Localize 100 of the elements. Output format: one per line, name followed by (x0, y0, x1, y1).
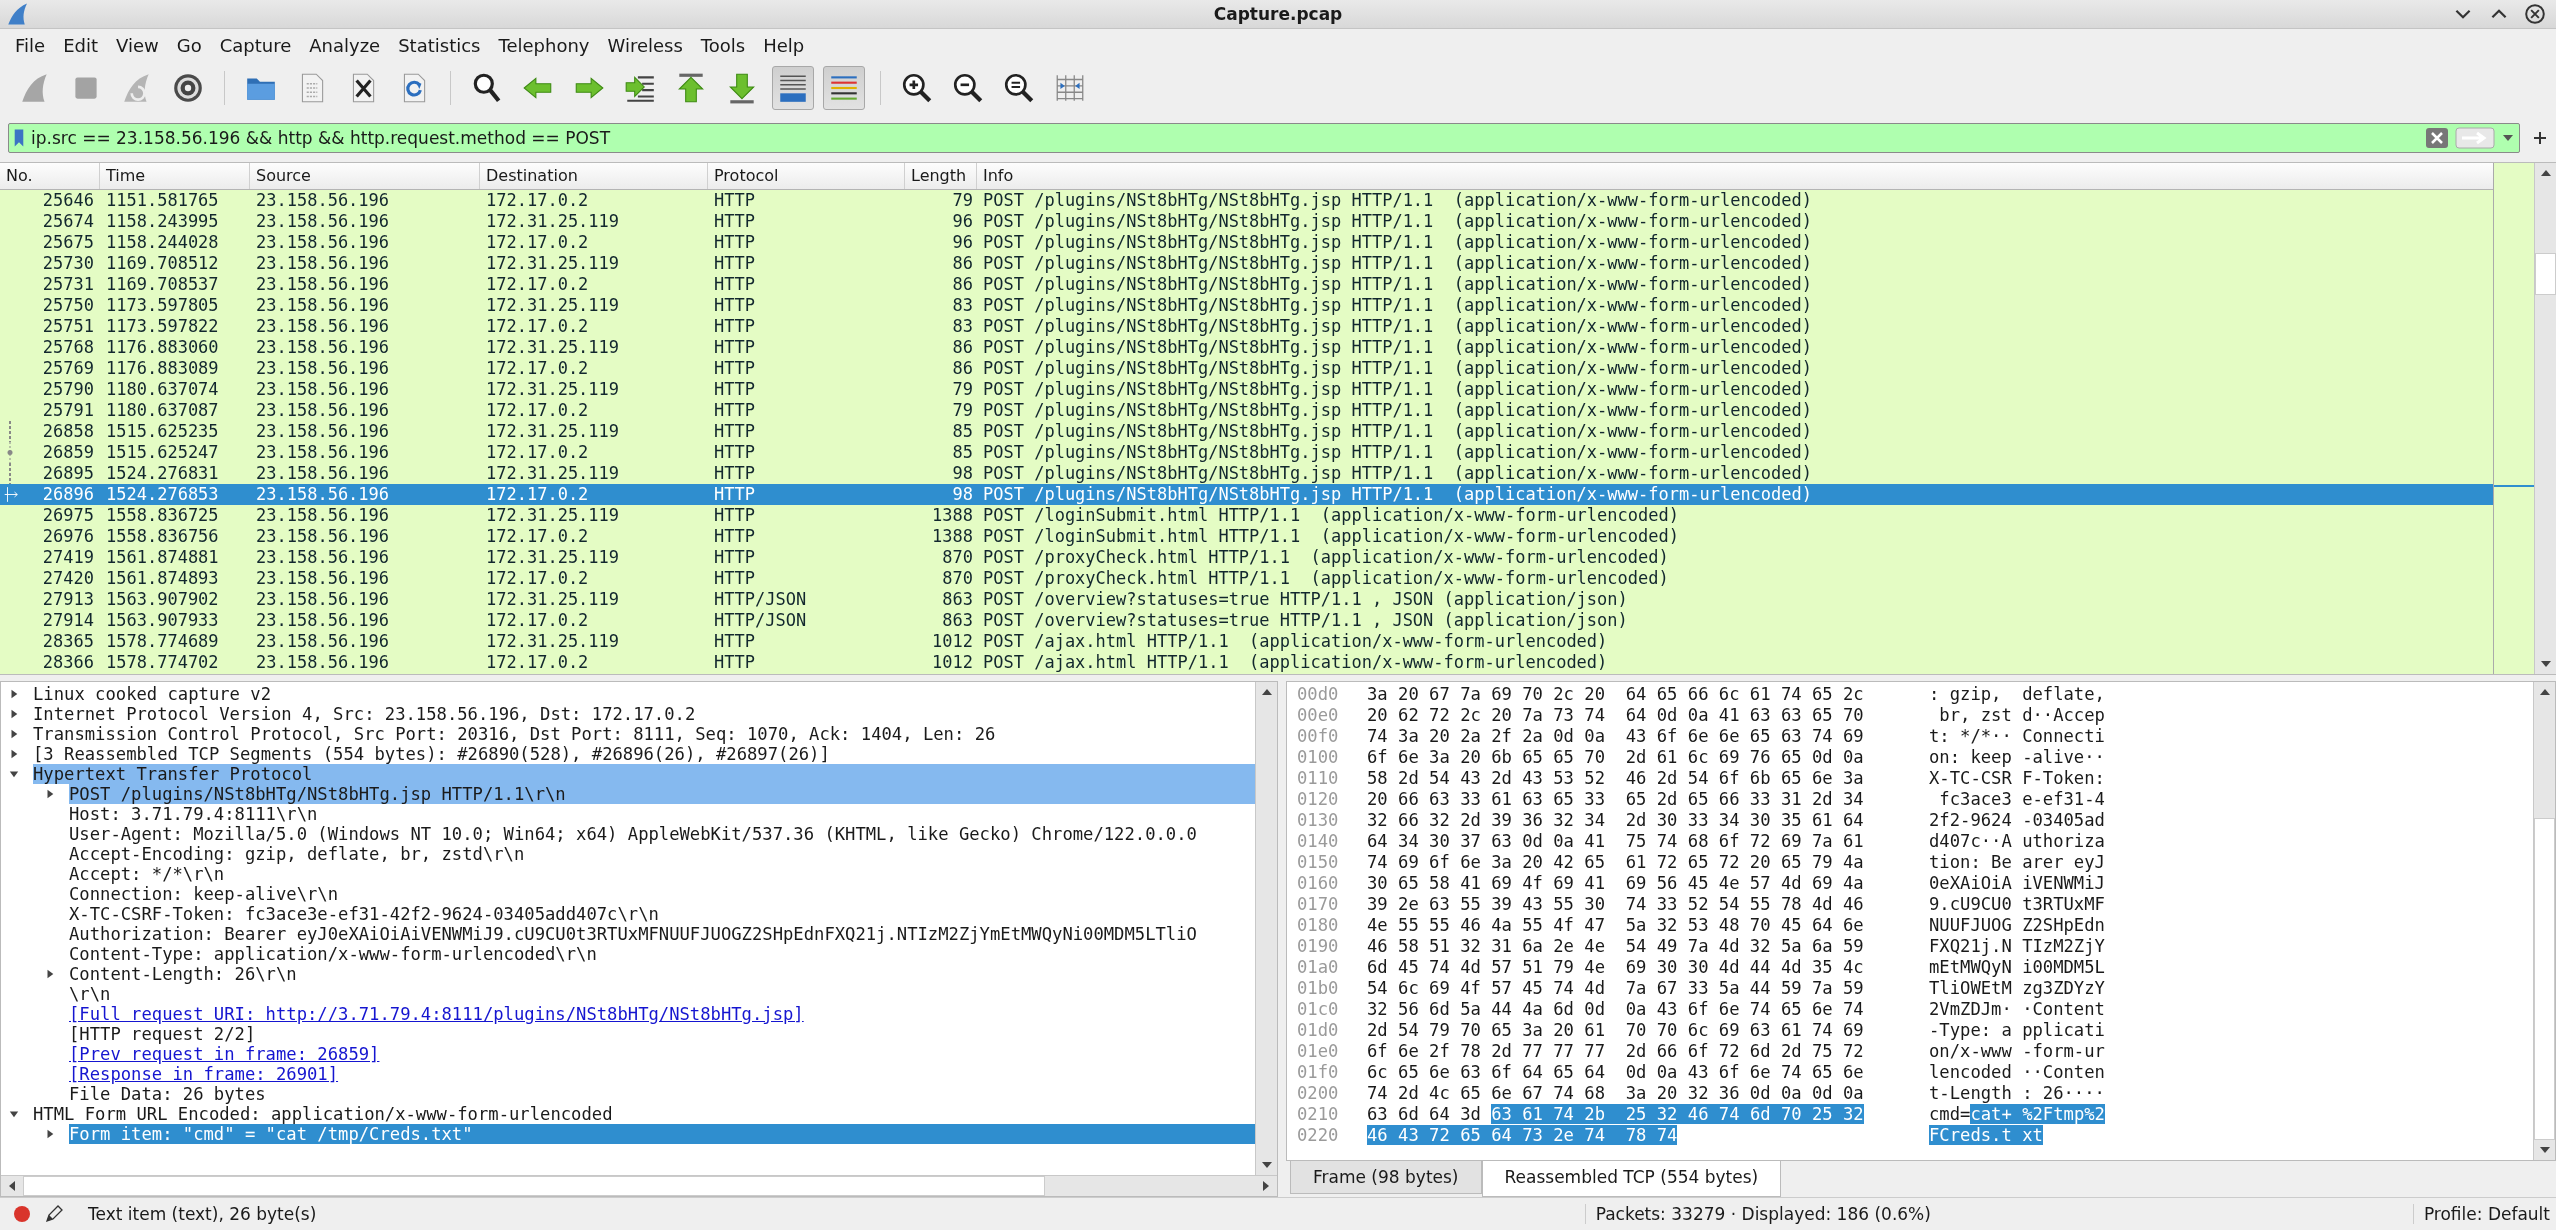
packet-row[interactable]: 25751 1173.597822 23.158.56.196 172.17.0.2 HTTP 83 POST /plugins/NSt8bHTg/NSt8bHTg.jsp HTTP/1.1 (application/x-www-form-urlencoded) (0, 316, 2493, 337)
expander-icon[interactable] (45, 1129, 55, 1139)
hex-ascii[interactable]: fc3ace3 e-ef31-4 (1929, 789, 2105, 810)
hex-bytes[interactable]: 74 69 6f 6e 3a 20 42 65 61 72 65 72 20 65 79 4a (1367, 852, 1917, 873)
packet-row[interactable]: 25674 1158.243995 23.158.56.196 172.31.25.119 HTTP 96 POST /plugins/NSt8bHTg/NSt8bHTg.jsp HTTP/1.1 (application/x-www-form-urlencoded) (0, 211, 2493, 232)
menu-item[interactable]: View (107, 33, 168, 58)
tab[interactable]: Reassembled TCP (554 bytes) (1481, 1161, 1782, 1197)
hex-bytes[interactable]: 64 34 30 37 63 0d 0a 41 75 74 68 6f 72 69 7a 61 (1367, 831, 1917, 852)
tree-item[interactable]: [3 Reassembled TCP Segments (554 bytes): #26890(528), #26896(26), #26897(26)] (33, 744, 1255, 764)
hex-bytes[interactable]: 74 2d 4c 65 6e 67 74 68 3a 20 32 36 0d 0a 0d 0a (1367, 1083, 1917, 1104)
tree-item[interactable]: Linux cooked capture v2 (33, 684, 1255, 704)
expander-icon[interactable] (9, 689, 19, 699)
hex-bytes[interactable]: 32 56 6d 5a 44 4a 6d 0d 0a 43 6f 6e 74 65 6e 74 (1367, 999, 1917, 1020)
packet-row[interactable]: 27419 1561.874881 23.158.56.196 172.31.25.119 HTTP 870 POST /proxyCheck.html HTTP/1.1 (application/x-www-form-urlencoded) (0, 547, 2493, 568)
expander-icon[interactable] (9, 769, 19, 779)
vertical-scrollbar[interactable] (2534, 163, 2556, 674)
menu-item[interactable]: Analyze (300, 33, 390, 58)
tree-item[interactable]: POST /plugins/NSt8bHTg/NSt8bHTg.jsp HTTP/1.1\r\n (69, 784, 1255, 804)
display-filter-field[interactable]: ip.src == 23.158.56.196 && http && http.request.method == POST (8, 123, 2520, 153)
profile-label[interactable]: Profile: Default (2412, 1204, 2550, 1224)
packet-row[interactable]: 26976 1558.836756 23.158.56.196 172.17.0.2 HTTP 1388 POST /loginSubmit.html HTTP/1.1 (application/x-www-form-urlencoded) (0, 526, 2493, 547)
scroll-up-icon[interactable] (2538, 687, 2551, 697)
packet-row[interactable]: 25768 1176.883060 23.158.56.196 172.31.25.119 HTTP 86 POST /plugins/NSt8bHTg/NSt8bHTg.jsp HTTP/1.1 (application/x-www-form-urlencoded) (0, 337, 2493, 358)
packet-row[interactable]: 28366 1578.774702 23.158.56.196 172.17.0.2 HTTP 1012 POST /ajax.html HTTP/1.1 (application/x-www-form-urlencoded) (0, 652, 2493, 673)
tree-item[interactable]: X-TC-CSRF-Token: fc3ace3e-ef31-42f2-9624-03405add407c\r\n (69, 904, 1255, 924)
tab[interactable]: Frame (98 bytes) (1290, 1161, 1482, 1194)
tree-item[interactable]: Accept-Encoding: gzip, deflate, br, zstd\r\n (69, 844, 1255, 864)
tree-item[interactable]: User-Agent: Mozilla/5.0 (Windows NT 10.0; Win64; x64) AppleWebKit/537.36 (KHTML, like Gecko) Chrome/122.0.0.0 (69, 824, 1255, 844)
tree-item[interactable]: Connection: keep-alive\r\n (69, 884, 1255, 904)
packet-row[interactable]: 25731 1169.708537 23.158.56.196 172.17.0.2 HTTP 86 POST /plugins/NSt8bHTg/NSt8bHTg.jsp HTTP/1.1 (application/x-www-form-urlencoded) (0, 274, 2493, 295)
hex-bytes[interactable]: 32 66 32 2d 39 36 32 34 2d 30 33 34 30 35 61 64 (1367, 810, 1917, 831)
menu-item[interactable]: Telephony (489, 33, 599, 58)
hex-ascii[interactable]: 0eXAiOiA iVENWMiJ (1929, 873, 2105, 894)
hex-ascii[interactable]: -Type: a pplicati (1929, 1020, 2105, 1041)
packet-row[interactable]: 27420 1561.874893 23.158.56.196 172.17.0.2 HTTP 870 POST /proxyCheck.html HTTP/1.1 (application/x-www-form-urlencoded) (0, 568, 2493, 589)
vertical-scrollbar[interactable] (2533, 682, 2555, 1160)
column-header[interactable]: No. (0, 163, 100, 189)
scrollbar-thumb[interactable] (23, 1176, 1045, 1196)
pencil-icon[interactable] (44, 1204, 64, 1224)
menu-item[interactable]: Wireless (598, 33, 692, 58)
packet-row[interactable]: 26896 1524.276853 23.158.56.196 172.17.0.2 HTTP 98 POST /plugins/NSt8bHTg/NSt8bHTg.jsp HTTP/1.1 (application/x-www-form-urlencoded) (0, 484, 2493, 505)
scroll-right-icon[interactable] (1261, 1180, 1271, 1192)
hex-bytes[interactable]: 6c 65 6e 63 6f 64 65 64 0d 0a 43 6f 6e 74 65 6e (1367, 1062, 1917, 1083)
tree-item[interactable]: Authorization: Bearer eyJ0eXAiOiAiVENWMiJ9.cU9CU0t3RTUxMFNUUFJUOGZ2SHpEdnFXQ21j.NTIzM2ZjYmEtMWQyNi00MDM5LTliO (69, 924, 1255, 944)
column-header[interactable]: Protocol (708, 163, 905, 189)
tree-item[interactable]: Form item: "cmd" = "cat /tmp/Creds.txt" (69, 1124, 1255, 1144)
tree-item[interactable]: Host: 3.71.79.4:8111\r\n (69, 804, 1255, 824)
packet-row[interactable]: 25790 1180.637074 23.158.56.196 172.31.25.119 HTTP 79 POST /plugins/NSt8bHTg/NSt8bHTg.jsp HTTP/1.1 (application/x-www-form-urlencoded) (0, 379, 2493, 400)
hex-bytes[interactable]: 30 65 58 41 69 4f 69 41 69 56 45 4e 57 4d 69 4a (1367, 873, 1917, 894)
packet-row[interactable]: 25750 1173.597805 23.158.56.196 172.31.25.119 HTTP 83 POST /plugins/NSt8bHTg/NSt8bHTg.jsp HTTP/1.1 (application/x-www-form-urlencoded) (0, 295, 2493, 316)
hex-bytes[interactable]: 39 2e 63 55 39 43 55 30 74 33 52 54 55 78 4d 46 (1367, 894, 1917, 915)
tree-link[interactable]: [Full request URI: http://3.71.79.4:8111/plugins/NSt8bHTg/NSt8bHTg.jsp] (69, 1004, 808, 1024)
packet-row[interactable]: 25730 1169.708512 23.158.56.196 172.31.25.119 HTTP 86 POST /plugins/NSt8bHTg/NSt8bHTg.jsp HTTP/1.1 (application/x-www-form-urlencoded) (0, 253, 2493, 274)
hex-bytes[interactable]: 20 66 63 33 61 63 65 33 65 2d 65 66 33 31 2d 34 (1367, 789, 1917, 810)
plus-icon[interactable] (2532, 130, 2548, 146)
menu-item[interactable]: Capture (210, 33, 301, 58)
hex-bytes[interactable]: 58 2d 54 43 2d 43 53 52 46 2d 54 6f 6b 65 6e 3a (1367, 768, 1917, 789)
vertical-scrollbar[interactable] (1255, 682, 1277, 1175)
packet-row[interactable]: 26858 1515.625235 23.158.56.196 172.31.25.119 HTTP 85 POST /plugins/NSt8bHTg/NSt8bHTg.jsp HTTP/1.1 (application/x-www-form-urlencoded) (0, 421, 2493, 442)
scroll-left-icon[interactable] (7, 1180, 17, 1192)
packet-row[interactable]: 25791 1180.637087 23.158.56.196 172.17.0.2 HTTP 79 POST /plugins/NSt8bHTg/NSt8bHTg.jsp HTTP/1.1 (application/x-www-form-urlencoded) (0, 400, 2493, 421)
scrollbar-thumb[interactable] (2535, 253, 2556, 295)
packet-row[interactable]: 26895 1524.276831 23.158.56.196 172.31.25.119 HTTP 98 POST /plugins/NSt8bHTg/NSt8bHTg.jsp HTTP/1.1 (application/x-www-form-urlencoded) (0, 463, 2493, 484)
hex-bytes[interactable]: 6f 6e 3a 20 6b 65 65 70 2d 61 6c 69 76 65 0d 0a (1367, 747, 1917, 768)
tree-item[interactable]: Transmission Control Protocol, Src Port: 20316, Dst Port: 8111, Seq: 1070, Ack: 1404, Len: 26 (33, 724, 1255, 744)
hex-ascii[interactable]: on: keep -alive·· (1929, 747, 2105, 768)
expander-icon[interactable] (45, 789, 55, 799)
tree-item[interactable]: Internet Protocol Version 4, Src: 23.158.56.196, Dst: 172.17.0.2 (33, 704, 1255, 724)
hex-bytes[interactable]: 6f 6e 2f 78 2d 77 77 77 2d 66 6f 72 6d 2d 75 72 (1367, 1041, 1917, 1062)
hex-ascii[interactable]: FXQ21j.N TIzM2ZjY (1929, 936, 2105, 957)
packet-row[interactable]: 26859 1515.625247 23.158.56.196 172.17.0.2 HTTP 85 POST /plugins/NSt8bHTg/NSt8bHTg.jsp HTTP/1.1 (application/x-www-form-urlencoded) (0, 442, 2493, 463)
hex-ascii[interactable]: t-Length : 26···· (1929, 1083, 2105, 1104)
hex-ascii[interactable]: br, zst d··Accep (1929, 705, 2105, 726)
tree-item[interactable]: Hypertext Transfer Protocol (33, 764, 1255, 784)
hex-bytes[interactable]: 6d 45 74 4d 57 51 79 4e 69 30 30 4d 44 4d 35 4c (1367, 957, 1917, 978)
hex-ascii[interactable]: : gzip, deflate, (1929, 684, 2105, 705)
hex-bytes[interactable]: 54 6c 69 4f 57 45 74 4d 7a 67 33 5a 44 59 7a 59 (1367, 978, 1917, 999)
hex-bytes[interactable]: 20 62 72 2c 20 7a 73 74 64 0d 0a 41 63 63 65 70 (1367, 705, 1917, 726)
hex-ascii[interactable]: 2f2-9624 -03405ad (1929, 810, 2105, 831)
hex-ascii[interactable]: NUUFJUOG Z2SHpEdn (1929, 915, 2105, 936)
scroll-down-icon[interactable] (2538, 1145, 2551, 1155)
hex-bytes[interactable]: 2d 54 79 70 65 3a 20 61 70 70 6c 69 63 61 74 69 (1367, 1020, 1917, 1041)
hex-bytes[interactable]: 74 3a 20 2a 2f 2a 0d 0a 43 6f 6e 6e 65 63 74 69 (1367, 726, 1917, 747)
tree-item[interactable]: HTML Form URL Encoded: application/x-www-form-urlencoded (33, 1104, 1255, 1124)
hex-ascii[interactable]: FCreds.t xt (1929, 1125, 2043, 1146)
hex-ascii[interactable]: t: */*·· Connecti (1929, 726, 2105, 747)
hex-ascii[interactable]: 9.cU9CU0 t3RTUxMF (1929, 894, 2105, 915)
scroll-up-icon[interactable] (1260, 687, 1273, 697)
packet-row[interactable]: 25675 1158.244028 23.158.56.196 172.17.0.2 HTTP 96 POST /plugins/NSt8bHTg/NSt8bHTg.jsp HTTP/1.1 (application/x-www-form-urlencoded) (0, 232, 2493, 253)
tree-item[interactable]: \r\n (69, 984, 1255, 1004)
horizontal-scrollbar[interactable] (1, 1175, 1277, 1196)
packet-row[interactable]: 27914 1563.907933 23.158.56.196 172.17.0.2 HTTP/JSON 863 POST /overview?statuses=true HTTP/1.1 , JSON (application/json) (0, 610, 2493, 631)
scrollbar-thumb[interactable] (2534, 818, 2555, 1140)
menu-item[interactable]: Statistics (389, 33, 490, 58)
column-header[interactable]: Length (905, 163, 977, 189)
scroll-up-icon[interactable] (2539, 168, 2552, 178)
menu-item[interactable]: Tools (691, 33, 755, 58)
hex-ascii[interactable]: on/x-www -form-ur (1929, 1041, 2105, 1062)
hex-ascii[interactable]: mEtMWQyN i00MDM5L (1929, 957, 2105, 978)
tree-item[interactable]: File Data: 26 bytes (69, 1084, 1255, 1104)
